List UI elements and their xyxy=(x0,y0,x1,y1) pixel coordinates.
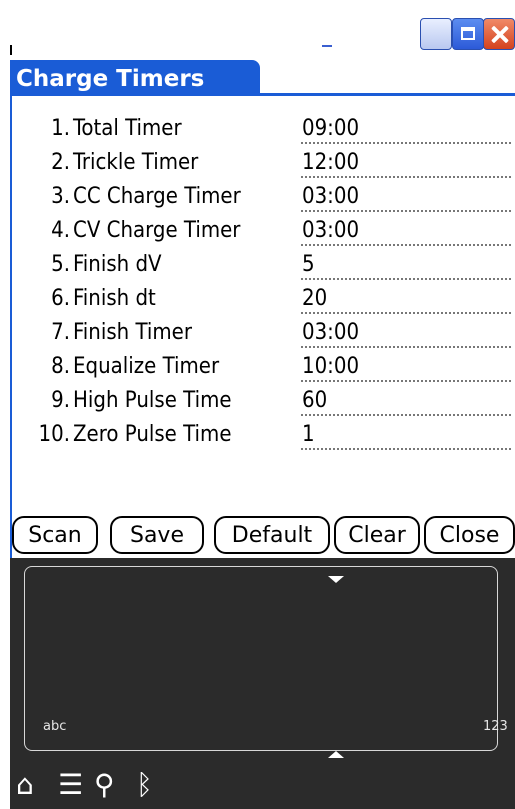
total-timer-field[interactable]: 09:00 xyxy=(301,112,511,144)
row-cv-charge-timer: 4. CV Charge Timer 03:00 xyxy=(12,214,515,247)
graffiti-divider-top-marker xyxy=(328,576,344,583)
row-label: CC Charge Timer xyxy=(73,184,241,209)
cv-charge-timer-field[interactable]: 03:00 xyxy=(301,214,511,246)
row-label: Finish Timer xyxy=(73,320,192,345)
graffiti-alpha-label: abc xyxy=(43,719,67,734)
row-finish-timer: 7. Finish Timer 03:00 xyxy=(12,316,515,349)
row-number: 10. xyxy=(38,422,70,447)
row-equalize-timer: 8. Equalize Timer 10:00 xyxy=(12,350,515,383)
row-finish-dv: 5. Finish dV 5 xyxy=(12,248,515,281)
row-finish-dt: 6. Finish dt 20 xyxy=(12,282,515,315)
cc-charge-timer-field[interactable]: 03:00 xyxy=(301,180,511,212)
frame-corner-mark xyxy=(10,45,12,55)
clear-button[interactable]: Clear xyxy=(334,516,420,554)
close-button[interactable]: Close xyxy=(424,516,515,554)
equalize-timer-field[interactable]: 10:00 xyxy=(301,350,511,382)
zero-pulse-time-field[interactable]: 1 xyxy=(301,418,511,450)
row-high-pulse-time: 9. High Pulse Time 60 xyxy=(12,384,515,417)
row-label: Trickle Timer xyxy=(73,150,199,175)
row-trickle-timer: 2. Trickle Timer 12:00 xyxy=(12,146,515,179)
window-frame xyxy=(0,0,515,60)
save-button[interactable]: Save xyxy=(110,516,204,554)
form-body: 1. Total Timer 09:00 2. Trickle Timer 12… xyxy=(12,110,515,560)
row-number: 1. xyxy=(51,116,70,141)
row-number: 9. xyxy=(51,388,70,413)
row-cc-charge-timer: 3. CC Charge Timer 03:00 xyxy=(12,180,515,213)
graffiti-numeric-label: 123 xyxy=(483,719,508,734)
frame-edge-mark xyxy=(322,45,332,47)
row-number: 6. xyxy=(51,286,70,311)
row-label: CV Charge Timer xyxy=(73,218,241,243)
form-titlebar: Charge Timers xyxy=(12,60,515,96)
row-number: 2. xyxy=(51,150,70,175)
row-label: Equalize Timer xyxy=(73,354,220,379)
finish-timer-field[interactable]: 03:00 xyxy=(301,316,511,348)
high-pulse-time-field[interactable]: 60 xyxy=(301,384,511,416)
row-total-timer: 1. Total Timer 09:00 xyxy=(12,112,515,145)
system-icon-bar: ⌂ ☰ ⚲ ᛒ xyxy=(10,762,515,809)
row-number: 5. xyxy=(51,252,70,277)
trickle-timer-field[interactable]: 12:00 xyxy=(301,146,511,178)
row-number: 4. xyxy=(51,218,70,243)
graffiti-writing-box[interactable]: abc 123 xyxy=(24,566,508,758)
row-label: Finish dt xyxy=(73,286,156,311)
row-label: High Pulse Time xyxy=(73,388,232,413)
row-zero-pulse-time: 10. Zero Pulse Time 1 xyxy=(12,418,515,451)
default-button[interactable]: Default xyxy=(214,516,330,554)
finish-dv-field[interactable]: 5 xyxy=(301,248,511,280)
charge-timers-form: Charge Timers 1. Total Timer 09:00 2. Tr… xyxy=(10,60,515,560)
close-window-button[interactable] xyxy=(483,18,515,50)
row-number: 3. xyxy=(51,184,70,209)
form-title: Charge Timers xyxy=(12,60,260,96)
row-number: 7. xyxy=(51,320,70,345)
button-bar: Scan Save Default Clear Close xyxy=(0,512,515,558)
row-number: 8. xyxy=(51,354,70,379)
row-label: Zero Pulse Time xyxy=(73,422,232,447)
minimize-button[interactable] xyxy=(420,18,452,50)
find-icon[interactable]: ⚲ xyxy=(94,768,115,802)
graffiti-divider-bottom-marker xyxy=(328,751,344,758)
maximize-button[interactable] xyxy=(452,18,484,50)
row-label: Total Timer xyxy=(73,116,182,141)
finish-dt-field[interactable]: 20 xyxy=(301,282,511,314)
bluetooth-icon[interactable]: ᛒ xyxy=(136,768,153,802)
scan-button[interactable]: Scan xyxy=(12,516,98,554)
row-label: Finish dV xyxy=(73,252,162,277)
menu-icon[interactable]: ☰ xyxy=(58,768,83,802)
graffiti-input-area[interactable]: abc 123 xyxy=(10,558,515,762)
home-icon[interactable]: ⌂ xyxy=(16,768,34,802)
